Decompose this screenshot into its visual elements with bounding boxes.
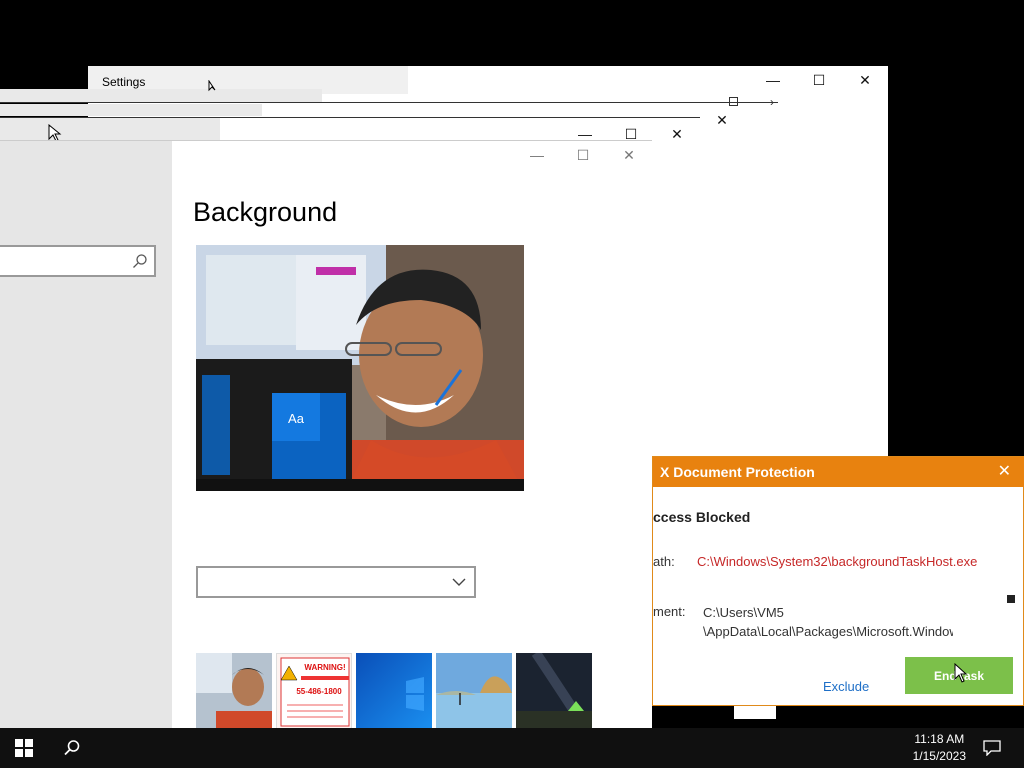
svg-text:WARNING!: WARNING! [304, 663, 345, 672]
action-center-button[interactable] [968, 728, 1016, 768]
window-title: Settings [102, 75, 146, 89]
thumbnail-image [516, 653, 592, 729]
start-button[interactable] [0, 728, 48, 768]
maximize-button[interactable]: ☐ [560, 141, 606, 169]
ghost-window-strip [0, 89, 322, 103]
path-label: ath: [653, 554, 675, 569]
clock-time: 11:18 AM [914, 732, 965, 746]
thumbnail-image: WARNING! 55-486-1800 [277, 654, 351, 728]
ghost-window-edge [0, 102, 778, 103]
exclude-button[interactable]: Exclude [823, 679, 869, 694]
close-button[interactable]: ✕ [842, 66, 888, 94]
page-title: Background [193, 197, 338, 227]
scrollbar-thumb[interactable] [1007, 595, 1015, 603]
thumbnail-image [436, 653, 512, 729]
svg-text:55-486-1800: 55-486-1800 [296, 687, 342, 696]
clock-date: 1/15/2023 [912, 749, 966, 763]
command-label: ment: [653, 604, 686, 619]
ghost-window-strip [0, 104, 262, 116]
alert-title: X Document Protection [660, 464, 815, 480]
mouse-cursor-icon [954, 663, 968, 683]
ghost-window-strip [734, 706, 776, 719]
ghost-chevron-icon: › [770, 95, 774, 109]
taskbar-search-button[interactable] [48, 728, 96, 768]
chevron-down-icon [452, 578, 466, 586]
command-line-value: C:\Users\VM5 \AppData\Local\Packages\Mic… [703, 605, 953, 639]
system-clock[interactable]: 11:18 AM 1/15/2023 [913, 731, 966, 765]
thumbnail-fake-warning-popup[interactable]: WARNING! 55-486-1800 [276, 653, 352, 729]
notification-icon [983, 740, 1001, 756]
blocked-path: C:\Windows\System32\backgroundTaskHost.e… [697, 554, 978, 569]
alert-close-button[interactable]: ✕ [998, 461, 1011, 481]
preview-image: Aa [196, 245, 524, 491]
alert-header: X Document Protection ✕ [653, 457, 1024, 487]
mouse-cursor-icon [208, 80, 216, 92]
thumbnail-night-sky-tent[interactable] [516, 653, 592, 729]
settings-sidebar [0, 141, 172, 730]
settings-window: — ☐ ✕ Background Aa WARNING! 55-486-1800 [0, 140, 652, 730]
search-input[interactable] [0, 245, 156, 277]
minimize-button[interactable]: — [514, 141, 560, 169]
search-icon [64, 740, 80, 756]
maximize-button[interactable]: ☐ [796, 66, 842, 94]
tile-label: Aa [288, 411, 305, 426]
thumbnail-beach-rocks[interactable] [436, 653, 512, 729]
picture-thumbnails: WARNING! 55-486-1800 [196, 653, 592, 729]
close-button[interactable]: ✕ [654, 120, 700, 148]
ghost-window-strip [0, 118, 220, 140]
ghost-maximize-icon [729, 97, 738, 106]
search-icon[interactable] [132, 253, 148, 269]
close-button[interactable]: ✕ [606, 141, 652, 169]
windows-logo-icon [15, 739, 33, 757]
background-type-dropdown[interactable] [196, 566, 476, 598]
background-preview: Aa [196, 245, 524, 491]
thumbnail-windows-blue[interactable] [356, 653, 432, 729]
document-protection-alert: X Document Protection ✕ ccess Blocked at… [652, 456, 1024, 706]
thumbnail-image [196, 653, 272, 729]
thumbnail-man-with-headset[interactable] [196, 653, 272, 729]
thumbnail-image [356, 653, 432, 729]
minimize-button[interactable]: — [750, 66, 796, 94]
alert-subtitle: ccess Blocked [653, 509, 751, 525]
taskbar: 11:18 AM 1/15/2023 [0, 728, 1024, 768]
close-button[interactable]: ✕ [699, 106, 745, 134]
